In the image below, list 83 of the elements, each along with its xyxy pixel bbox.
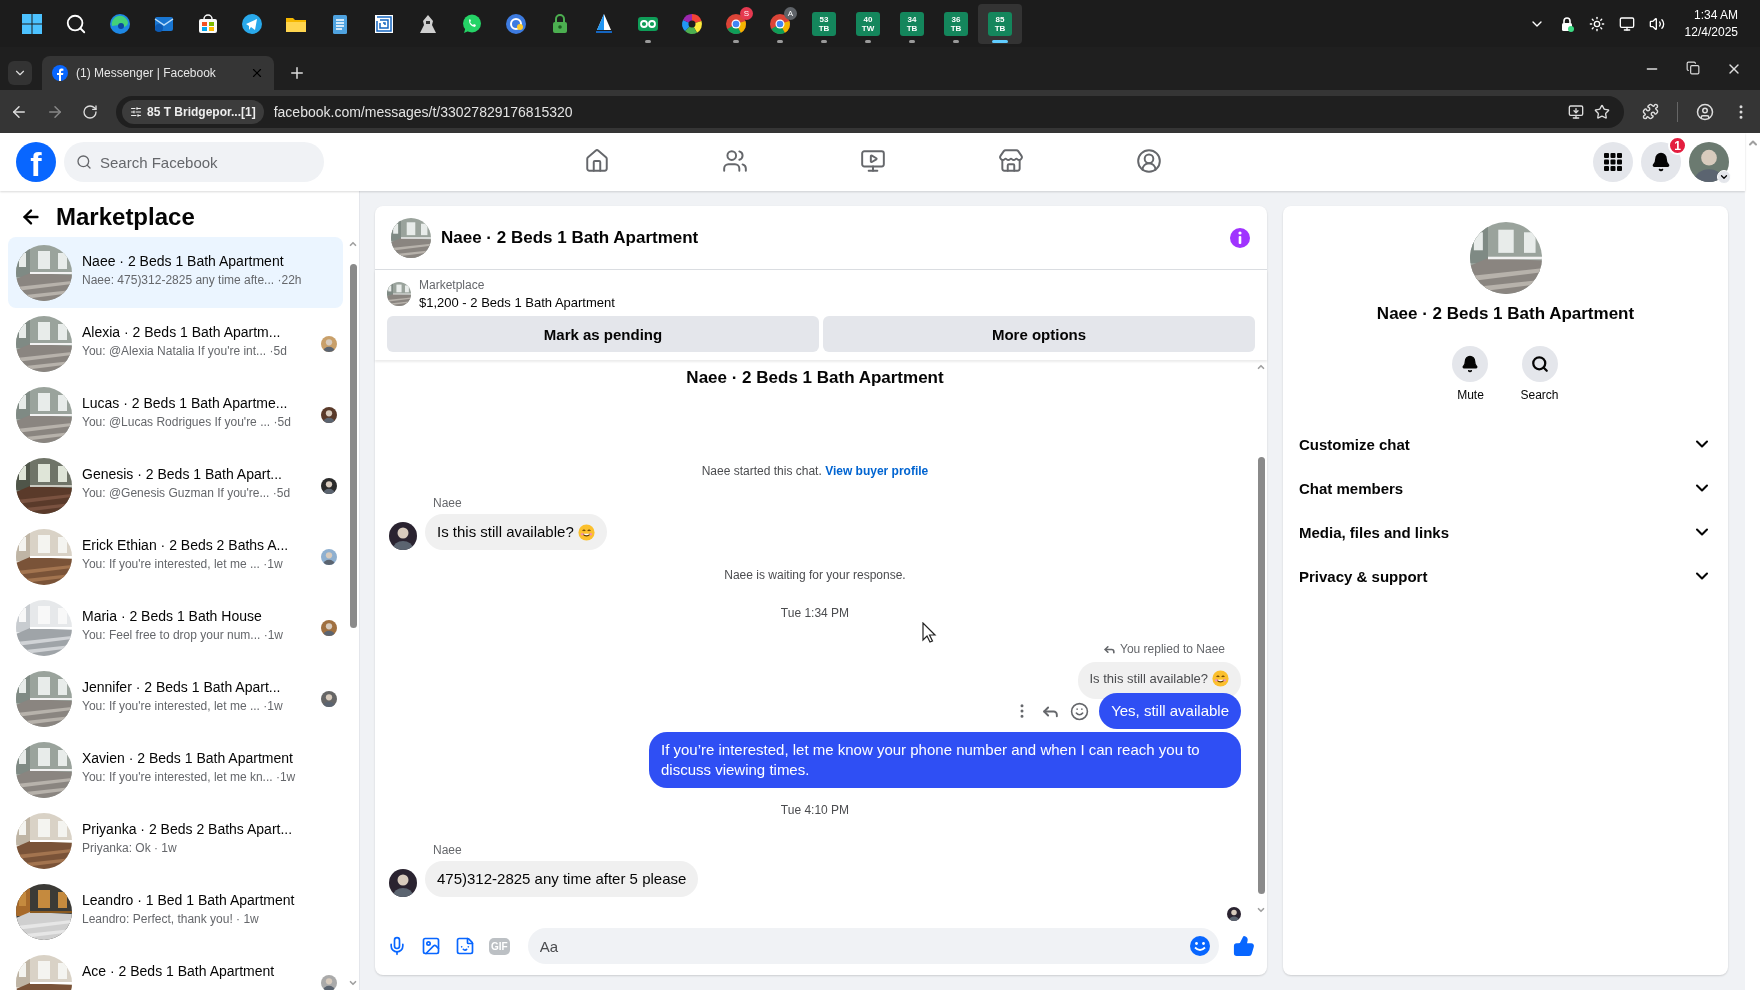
buyer-profile-link[interactable]: View buyer profile [825,464,929,478]
notification-count: 1 [1668,136,1687,155]
system-message: Naee is waiting for your response. [724,568,906,582]
contact-name: Naee · 2 Beds 1 Bath Apartment [1376,304,1635,324]
message-timestamp: Tue 1:34 PM [780,606,850,620]
sender-name: Naee [433,843,463,857]
conversation-title: Xavien · 2 Beds 1 Bath Apartment [82,749,293,766]
conversation-title: Priyanka · 2 Beds 2 Baths Apart... [82,820,293,837]
taskbar-button[interactable]: 34 TB [890,3,934,44]
conversation-title: Leandro · 1 Bed 1 Bath Apartment [82,891,295,908]
listing-label: Marketplace [419,278,486,292]
outgoing-message: Yes, still available [1099,693,1241,729]
conversation-title: Naee · 2 Beds 1 Bath Apartment [686,368,944,388]
conversation-item[interactable]: Genesis · 2 Beds 1 Bath Apart... You: @Genesis Guzman If you're... ·5d [8,450,343,521]
clock-time: 1:34 AM [1693,6,1738,24]
conversation-item[interactable]: Erick Ethian · 2 Beds 2 Baths A... You: If you're interested, let me ... ·1w [8,521,343,592]
message-preview: Leandro: Perfect, thank you! · 1w [82,911,259,926]
taskbar-button[interactable]: 53 TB [802,3,846,44]
app-tile: 36 TB [944,11,968,36]
accordion-row[interactable]: Privacy & support [1283,554,1728,598]
conversation-title: Jennifer · 2 Beds 1 Bath Apart... [82,678,281,695]
profile-badge: A [784,6,797,20]
message-preview: You: @Genesis Guzman If you're... ·5d [82,485,291,500]
conversation-item[interactable]: Lucas · 2 Beds 1 Bath Apartme... You: @Lucas Rodrigues If you're ... ·5d [8,379,343,450]
profile-badge: S [740,6,753,20]
message-preview: You: @Alexia Natalia If you're int... ·5d [82,343,287,358]
message-preview: Naee: 475)312-2825 any time afte... ·22h [82,272,302,287]
action-button[interactable]: Mark as pending [387,316,819,352]
message-preview: You: If you're interested, let me kn... ·1w [82,769,296,784]
app-tile: 85 TB [988,11,1012,36]
tab-title: (1) Messenger | Facebook [76,66,217,80]
taskbar-button[interactable]: 40 TW [846,3,890,44]
browser-tab[interactable]: (1) Messenger | Facebook [42,56,274,90]
taskbar-button[interactable]: A [758,3,802,44]
app-tile: 34 TB [900,11,924,36]
sender-name: Naee [433,496,463,510]
accordion-row[interactable]: Customize chat [1283,422,1728,466]
incoming-message: Is this still available? [425,514,607,550]
conversation-title: Genesis · 2 Beds 1 Bath Apart... [82,465,282,482]
conversation-title: Ace · 2 Beds 1 Bath Apartment [82,962,275,979]
site-info-chip[interactable]: 85 T Bridgepor...[1] [122,99,264,124]
message-preview: You: If you're interested, let me ... ·1w [82,556,283,571]
message-field[interactable]: Aa [527,928,1219,964]
chat-title: Naee · 2 Beds 1 Bath Apartment [441,227,700,248]
conversation-item[interactable]: Xavien · 2 Beds 1 Bath Apartment You: If you're interested, let me kn... ·1w [8,734,343,805]
reply-label: You replied to Naee [1120,642,1225,656]
conversation-title: Naee · 2 Beds 1 Bath Apartment [82,252,284,269]
accordion-row[interactable]: Chat members [1283,466,1728,510]
conversation-item[interactable]: Maria · 2 Beds 1 Bath House You: Feel free to drop your num... ·1w [8,592,343,663]
conversation-item[interactable]: Jennifer · 2 Beds 1 Bath Apart... You: If you're interested, let me ... ·1w [8,663,343,734]
conversation-item[interactable]: Leandro · 1 Bed 1 Bath Apartment Leandro: Perfect, thank you! · 1w [8,876,343,947]
facebook-logo[interactable]: f [16,142,56,182]
conversation-title: Erick Ethian · 2 Beds 2 Baths A... [82,536,289,553]
message-preview: Priyanka: Ok · 1w [82,840,177,855]
conversation-item[interactable]: Priyanka · 2 Beds 2 Baths Apart... Priyanka: Ok · 1w [8,805,343,876]
search-field[interactable]: Search Facebook [64,142,324,182]
clock-date: 12/4/2025 [1684,23,1738,41]
incoming-message: 475)312-2825 any time after 5 please [425,861,699,897]
sidebar-title: Marketplace [56,203,195,231]
message-timestamp: Tue 4:10 PM [780,803,850,817]
message-preview: You: If you're interested, let me ... ·1w [82,698,283,713]
conversation-title: Maria · 2 Beds 1 Bath House [82,607,262,624]
system-message: Naee started this chat. View buyer profile [701,464,929,478]
listing-title: $1,200 - 2 Beds 1 Bath Apartment [419,295,615,310]
address-bar[interactable]: 85 T Bridgepor...[1] facebook.com/messages/t/33027829176815320 [116,95,1624,128]
conversation-item[interactable]: Ace · 2 Beds 1 Bath Apartment [8,947,343,990]
taskbar-button[interactable]: 36 TB [934,3,978,44]
action-button[interactable]: More options [823,316,1255,352]
conversation-item[interactable]: Alexia · 2 Beds 1 Bath Apartm... You: @Alexia Natalia If you're int... ·5d [8,308,343,379]
app-tile: 40 TW [856,11,880,36]
message-preview: You: Feel free to drop your num... ·1w [82,627,283,642]
message-preview: You: @Lucas Rodrigues If you're ... ·5d [82,414,291,429]
app-tile: 53 TB [812,11,836,36]
outgoing-message: If you’re interested, let me know your phone number and when I can reach you to discuss viewing times. [649,732,1241,788]
accordion-row[interactable]: Media, files and links [1283,510,1728,554]
url-text: facebook.com/messages/t/33027829176815320 [273,103,574,120]
conversation-title: Alexia · 2 Beds 1 Bath Apartm... [82,323,281,340]
conversation-title: Lucas · 2 Beds 1 Bath Apartme... [82,394,288,411]
conversation-item[interactable]: Naee · 2 Beds 1 Bath Apartment Naee: 475)312-2825 any time afte... ·22h [8,237,343,308]
action-label: Search [1520,388,1559,402]
taskbar-button[interactable]: 85 TB [978,3,1022,44]
action-label: Mute [1457,388,1484,402]
taskbar-button[interactable]: S [714,3,758,44]
